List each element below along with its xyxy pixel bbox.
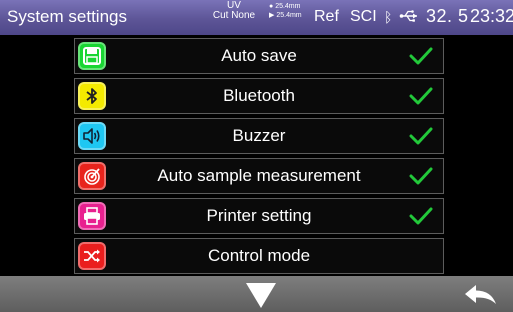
aperture-line-1: ● 25.4mm <box>269 2 302 11</box>
status-bar: System settings UV Cut None ● 25.4mm ▶ 2… <box>0 0 513 35</box>
setting-row-auto-save[interactable]: Auto save <box>74 38 444 74</box>
target-measure-icon <box>78 162 106 190</box>
setting-row-auto-sample-measurement[interactable]: Auto sample measurement <box>74 158 444 194</box>
setting-label: Control mode <box>207 246 311 265</box>
uv-cut-label: Cut None <box>212 10 256 21</box>
ref-indicator: Ref <box>314 8 339 25</box>
floppy-disk-icon <box>78 42 106 70</box>
usb-icon <box>399 10 417 22</box>
aperture-circle-icon: ● <box>269 3 274 10</box>
back-arrow-icon[interactable] <box>463 282 499 308</box>
check-icon <box>409 207 433 225</box>
setting-row-control-mode[interactable]: Control mode <box>74 238 444 274</box>
setting-label: Buzzer <box>232 126 286 145</box>
speaker-icon <box>78 122 106 150</box>
shuffle-icon <box>78 242 106 270</box>
system-settings-screen: System settings UV Cut None ● 25.4mm ▶ 2… <box>0 0 513 312</box>
setting-label: Auto save <box>221 46 297 65</box>
light-source-icon: ▶ <box>269 12 275 19</box>
bluetooth-status-icon: ᛒ <box>384 9 393 25</box>
setting-row-buzzer[interactable]: Buzzer <box>74 118 444 154</box>
temperature-readout: 32. 5 <box>426 6 469 26</box>
check-icon <box>409 47 433 65</box>
check-icon <box>409 167 433 185</box>
clock: 23:32 <box>470 6 513 26</box>
page-title: System settings <box>7 7 127 26</box>
setting-row-printer-setting[interactable]: Printer setting <box>74 198 444 234</box>
printer-icon <box>78 202 106 230</box>
triangle-down-icon[interactable] <box>244 280 278 310</box>
aperture-size: 25.4mm <box>275 3 301 10</box>
bluetooth-icon <box>78 82 106 110</box>
setting-label: Auto sample measurement <box>157 166 361 185</box>
sci-indicator: SCI <box>350 8 377 25</box>
bottom-bar <box>0 276 513 312</box>
setting-label: Bluetooth <box>223 86 295 105</box>
check-icon <box>409 127 433 145</box>
view-size: 25.4mm <box>276 12 302 19</box>
setting-label: Printer setting <box>206 206 312 225</box>
uv-status: UV Cut None <box>204 1 264 21</box>
setting-row-bluetooth[interactable]: Bluetooth <box>74 78 444 114</box>
check-icon <box>409 87 433 105</box>
aperture-line-2: ▶ 25.4mm <box>269 11 302 20</box>
aperture-status: ● 25.4mm ▶ 25.4mm <box>269 2 302 20</box>
